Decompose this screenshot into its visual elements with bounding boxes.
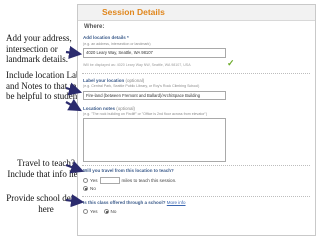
location-notes-optional: (optional) xyxy=(116,106,136,111)
location-label-input[interactable]: Fire-land (between Fremont and Ballard)/… xyxy=(83,91,226,100)
session-details-panel: Session Details Where: Add location deta… xyxy=(77,4,316,236)
location-displayed-as: Will be displayed as: 4020 Leary Way NW,… xyxy=(83,63,191,67)
location-label-label: Label your location (optional) xyxy=(83,78,144,83)
travel-yes-radio[interactable] xyxy=(83,178,88,183)
school-more-info-link[interactable]: More info xyxy=(167,200,186,205)
location-details-hint: (e.g. an address, intersection or landma… xyxy=(83,42,151,46)
school-yes-radio[interactable] xyxy=(83,209,88,214)
location-label-optional: (optional) xyxy=(125,78,145,83)
location-notes-title: Location notes xyxy=(83,106,116,111)
where-heading: Where: xyxy=(84,24,105,30)
travel-miles-input[interactable] xyxy=(99,177,120,184)
school-question-row: Is this class offered through a school? … xyxy=(83,200,186,205)
location-notes-textarea[interactable] xyxy=(83,118,226,162)
school-question: Is this class offered through a school? xyxy=(83,200,166,205)
location-label-title: Label your location xyxy=(83,78,125,83)
annotation-address: Add your address, intersection or landma… xyxy=(6,33,72,65)
location-notes-hint: (e.g. "The rock building on Fircliff" or… xyxy=(83,112,208,116)
travel-question: Will you travel from this location to te… xyxy=(83,168,174,173)
location-details-label: Add location details * xyxy=(83,35,129,40)
travel-no-row: No xyxy=(83,186,96,191)
valid-check-icon: ✓ xyxy=(227,58,235,68)
school-no-radio[interactable] xyxy=(103,209,109,214)
divider xyxy=(82,165,310,166)
location-details-input[interactable]: 4020 Leary Way, Seattle, WA 98107 xyxy=(83,48,226,58)
school-no-label: No xyxy=(110,209,117,214)
travel-yes-label: Yes xyxy=(90,178,98,183)
location-label-hint: (e.g. Central Park, Seattle Public Libra… xyxy=(83,84,200,88)
panel-title: Session Details xyxy=(78,5,315,21)
divider xyxy=(82,73,310,74)
school-radio-row: Yes No xyxy=(83,209,116,214)
travel-no-label: No xyxy=(90,186,96,191)
location-notes-label: Location notes (optional) xyxy=(83,106,135,111)
travel-no-radio[interactable] xyxy=(83,186,88,191)
school-yes-label: Yes xyxy=(90,209,98,214)
travel-miles-label: miles to teach this session. xyxy=(121,178,177,183)
divider xyxy=(82,196,310,197)
travel-yes-row: Yes miles to teach this session. xyxy=(83,177,176,184)
